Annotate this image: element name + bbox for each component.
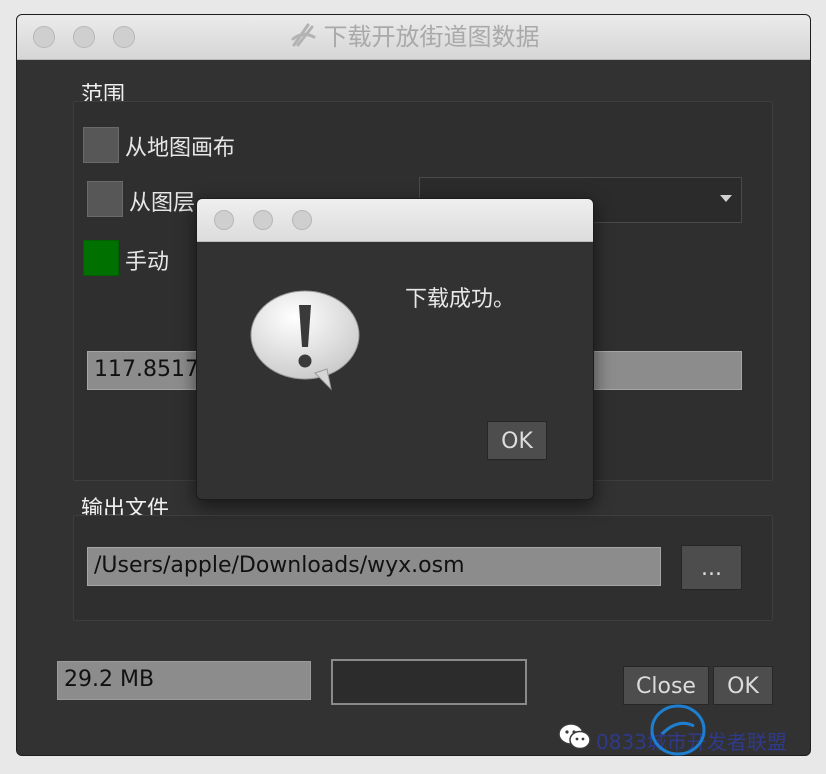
dialog-minimize-button[interactable] <box>253 210 273 230</box>
window-title: 下载开放街道图数据 <box>323 23 540 51</box>
dialog-message: 下载成功。 <box>405 287 516 312</box>
dialog-titlebar <box>197 199 593 242</box>
output-path-field[interactable]: /Users/apple/Downloads/wyx.osm <box>87 547 661 586</box>
from-layer-checkbox[interactable] <box>87 181 123 217</box>
progress-box <box>331 659 527 705</box>
logo-ring-icon <box>648 700 708 764</box>
window-titlebar: 下载开放街道图数据 <box>17 15 810 60</box>
file-size-field: 29.2 MB <box>57 661 311 700</box>
extent-coordinate-value: 117.8517 <box>94 357 199 382</box>
wechat-icon <box>558 722 592 756</box>
browse-button[interactable]: ... <box>681 545 742 590</box>
chevron-down-icon <box>719 190 733 209</box>
qgis-icon <box>290 19 316 64</box>
manual-label: 手动 <box>125 250 170 275</box>
file-size-value: 29.2 MB <box>64 667 155 692</box>
dialog-ok-button[interactable]: OK <box>487 421 547 460</box>
from-canvas-label: 从地图画布 <box>125 136 236 161</box>
from-layer-label: 从图层 <box>129 191 196 216</box>
output-path-value: /Users/apple/Downloads/wyx.osm <box>94 553 465 578</box>
dialog-close-button[interactable] <box>214 210 234 230</box>
ok-button[interactable]: OK <box>713 666 773 705</box>
from-canvas-checkbox[interactable] <box>83 127 119 163</box>
download-success-dialog: 下载成功。 OK <box>196 198 594 500</box>
alert-exclamation-icon <box>249 287 365 397</box>
dialog-zoom-button[interactable] <box>292 210 312 230</box>
window-title-bar-text: 下载开放街道图数据 <box>17 15 810 60</box>
manual-checkbox[interactable] <box>83 240 119 276</box>
